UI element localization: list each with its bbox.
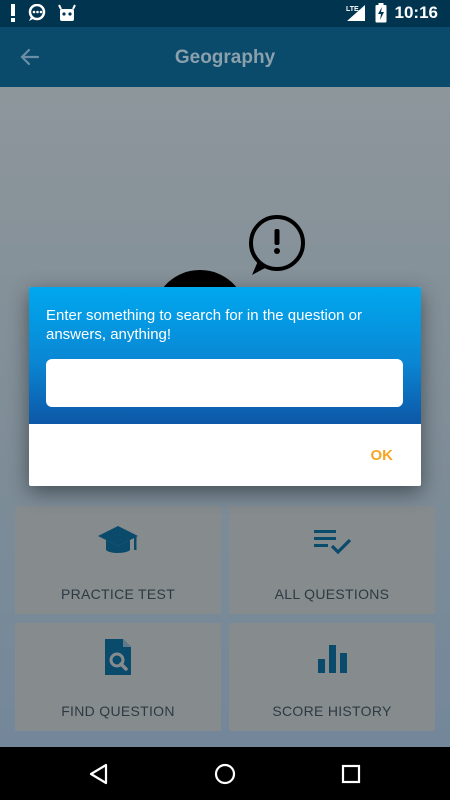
nav-home-button[interactable] [212,761,238,787]
status-time: 10:16 [394,3,438,22]
dialog-message: Enter something to search for in the que… [46,307,363,343]
tile-find-question[interactable]: FIND QUESTION [15,623,221,731]
checklist-icon [314,530,352,555]
status-bar: LTE 10:16 [0,0,450,27]
tile-label: PRACTICE TEST [60,586,176,602]
recents-square-icon [341,764,361,784]
tile-label: SCORE HISTORY [272,703,392,719]
search-input[interactable] [46,359,403,407]
app-bar: Geography [0,27,450,87]
home-circle-icon [214,763,236,785]
tile-practice-test[interactable]: PRACTICE TEST [15,506,221,614]
battery-charging-icon [375,3,387,23]
tile-all-questions[interactable]: ALL QUESTIONS [229,506,435,614]
status-notifications [10,4,76,22]
chat-bubble-icon [28,4,46,21]
bar-chart-icon [318,645,347,673]
nav-back-button[interactable] [86,761,112,787]
android-icon [58,4,76,21]
document-search-icon [105,639,131,675]
search-dialog: Enter something to search for in the que… [29,287,421,486]
network-type: LTE [346,6,359,13]
exclamation-bubble-icon [249,215,305,275]
status-system: LTE 10:16 [345,3,438,23]
signal-icon: LTE [346,5,365,21]
back-triangle-icon [89,763,108,785]
tile-score-history[interactable]: SCORE HISTORY [229,623,435,731]
page-title: Geography [174,47,276,68]
alert-icon [11,4,15,22]
tile-label: FIND QUESTION [61,703,175,719]
graduation-cap-icon [98,526,138,553]
system-nav-bar [0,747,450,800]
tile-label: ALL QUESTIONS [274,586,390,602]
ok-button[interactable]: OK [371,447,394,464]
dialog-header: Enter something to search for in the que… [29,287,421,424]
nav-recents-button[interactable] [338,761,364,787]
